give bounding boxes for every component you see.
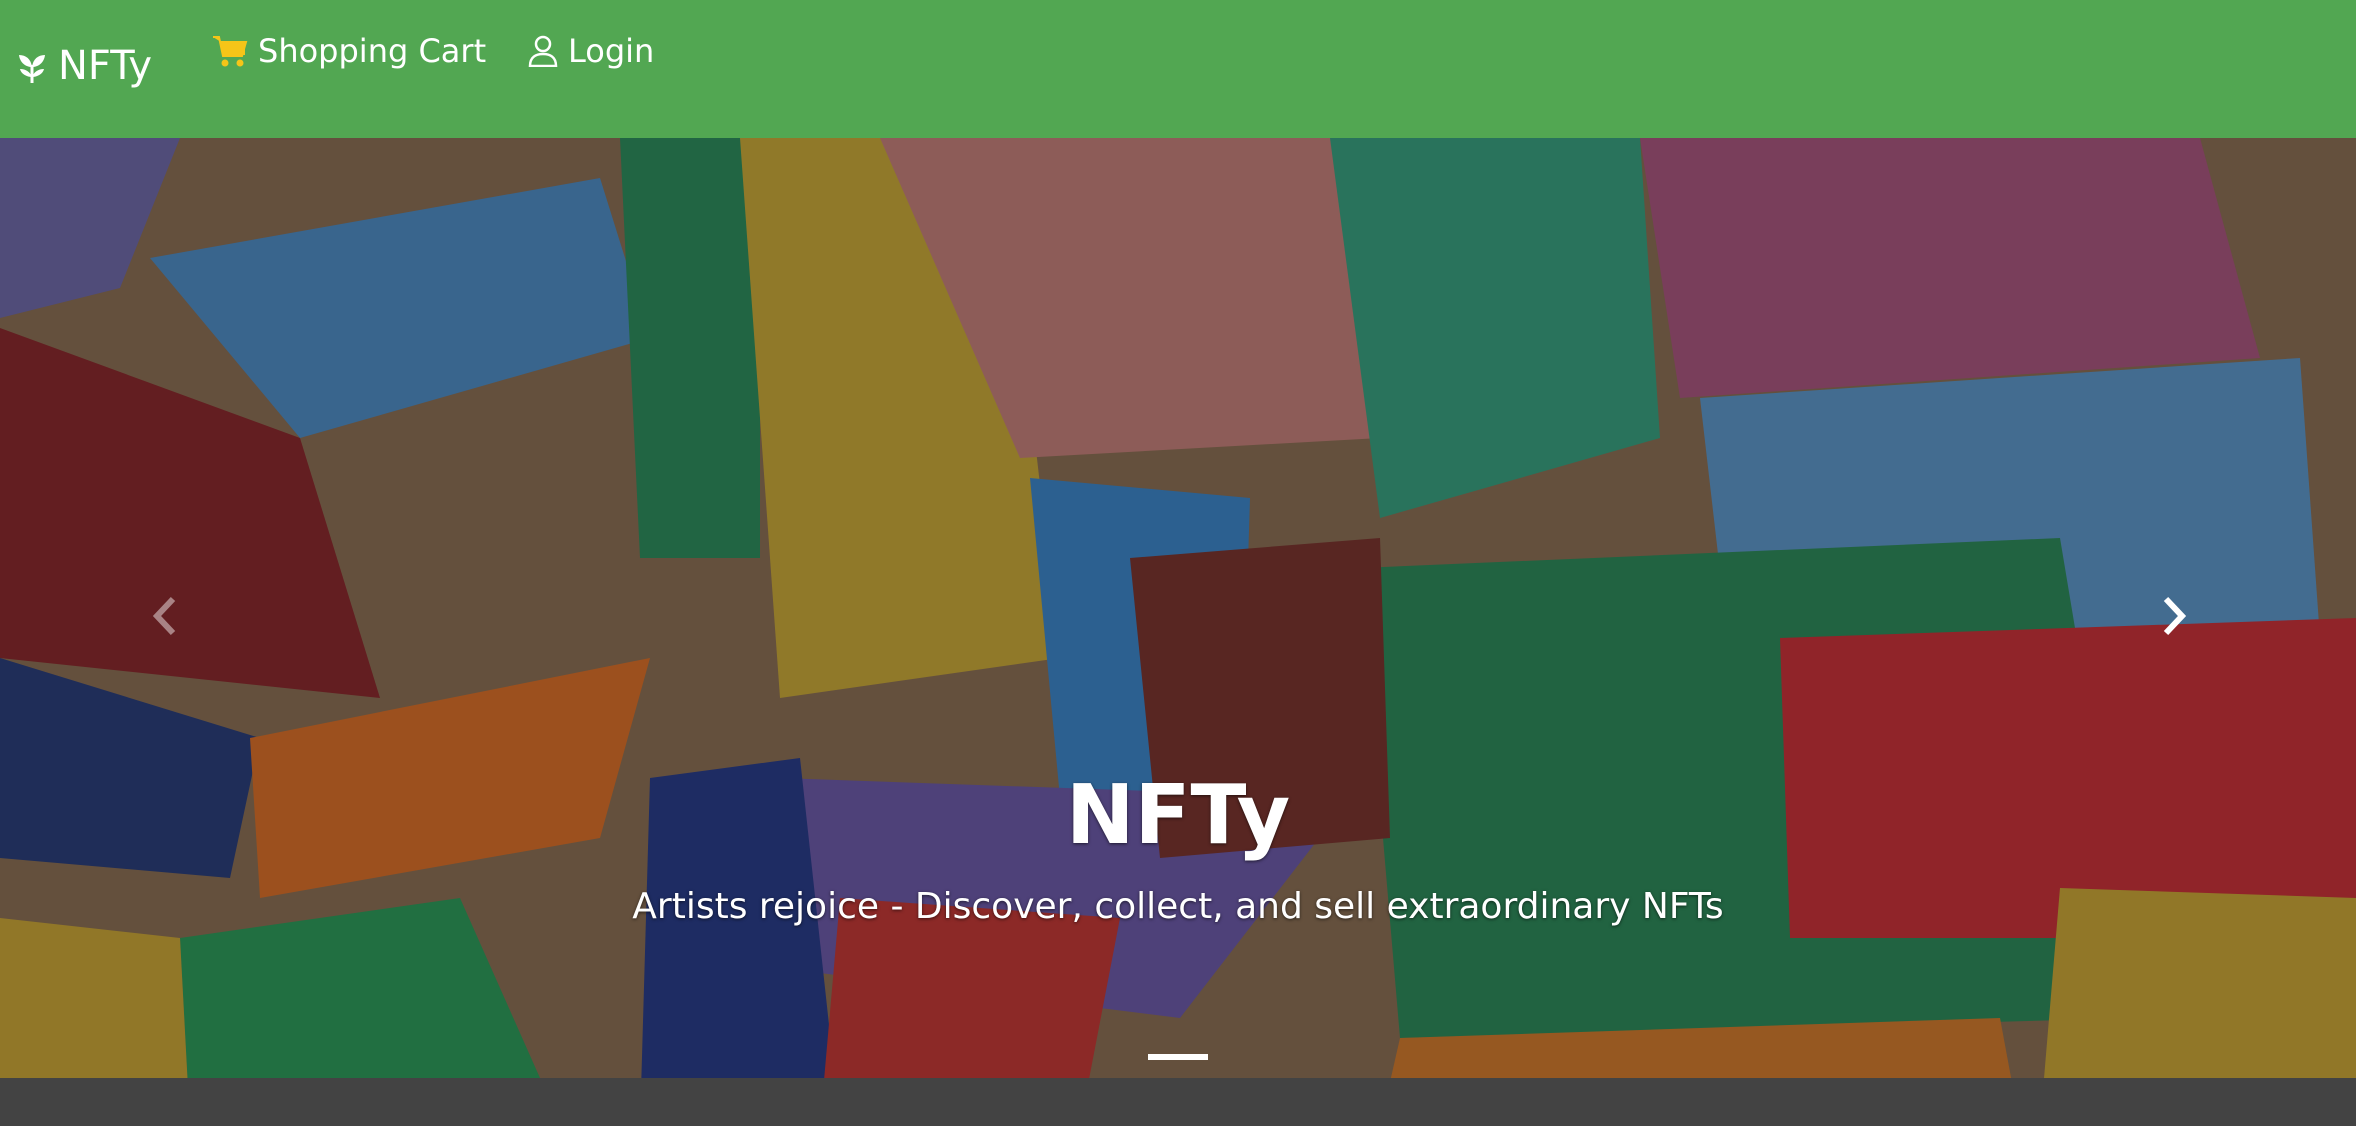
brand-name: NFTy (58, 43, 153, 89)
chevron-left-icon (149, 595, 179, 641)
carousel-indicator-active[interactable] (1148, 1054, 1208, 1060)
hero-title: NFTy (1065, 768, 1291, 863)
carousel-prev-button[interactable] (124, 578, 204, 658)
sprout-icon (16, 47, 48, 85)
chevron-right-icon (2160, 595, 2190, 641)
hero-subtitle: Artists rejoice - Discover, collect, and… (632, 886, 1724, 927)
hero-overlay (0, 138, 2356, 1126)
navbar: NFTy Shopping Cart Login (0, 0, 2356, 138)
cart-icon (212, 34, 248, 68)
brand-link[interactable]: NFTy (16, 38, 152, 94)
nav-login[interactable]: Login (528, 28, 654, 74)
hero-carousel: NFTy Artists rejoice - Discover, collect… (0, 138, 2356, 1126)
nav-shopping-cart-label: Shopping Cart (258, 32, 487, 70)
nav-shopping-cart[interactable]: Shopping Cart (212, 28, 486, 74)
user-icon (528, 35, 558, 67)
carousel-indicators (0, 1054, 2356, 1060)
nav-login-label: Login (568, 32, 655, 70)
carousel-next-button[interactable] (2135, 578, 2215, 658)
